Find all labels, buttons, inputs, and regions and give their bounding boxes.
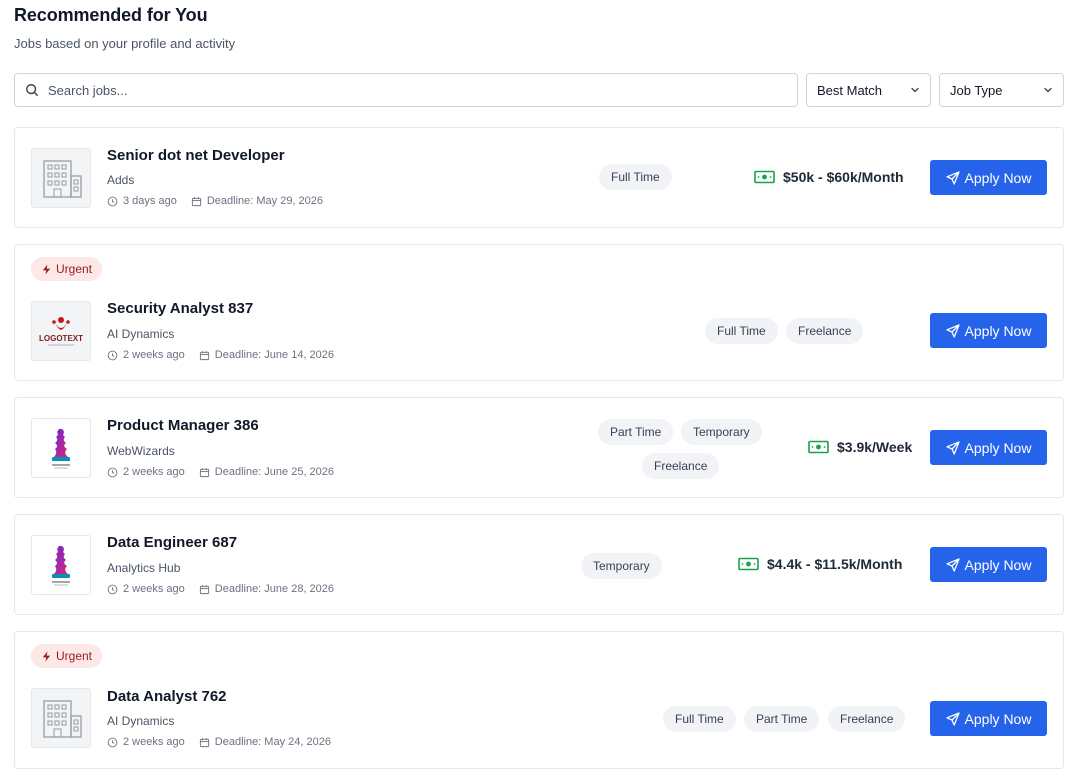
calendar-icon [199,467,215,478]
deadline: Deadline: June 14, 2026 [214,349,335,361]
job-card[interactable]: Urgent Data Analyst 762 AI Dynamics 2 we… [14,631,1064,769]
send-icon [945,440,960,455]
job-type-tag: Full Time [705,318,778,344]
page-title: Recommended for You [14,5,208,25]
send-icon [945,323,960,338]
urgent-badge: Urgent [31,257,103,281]
job-type-tag: Temporary [681,419,762,445]
clock-icon [107,467,123,478]
job-title[interactable]: Data Analyst 762 [107,688,227,705]
posted-time: 2 weeks ago [123,349,185,361]
send-icon [945,170,960,185]
calendar-icon [199,350,215,361]
logo-text: LOGOTEXT [39,334,83,343]
send-icon [945,557,960,572]
company-name: WebWizards [107,444,175,458]
apply-now-button[interactable]: Apply Now [930,547,1047,582]
job-type-tag: Part Time [598,419,674,445]
building-icon [31,148,91,208]
job-type-tag: Freelance [642,453,720,479]
job-meta: 2 weeks ago Deadline: June 14, 2026 [107,349,334,361]
clock-icon [107,196,123,207]
urgent-label: Urgent [56,262,93,276]
apply-now-button[interactable]: Apply Now [930,160,1047,195]
apply-now-label: Apply Now [964,710,1032,727]
lightning-icon [41,650,52,662]
posted-time: 2 weeks ago [123,736,185,748]
chess-piece-logo [31,535,91,595]
job-type-tag: Full Time [599,164,672,190]
sort-select[interactable]: Best Match [806,73,931,107]
deadline: Deadline: May 24, 2026 [214,736,331,748]
clock-icon [107,737,123,748]
posted-time: 2 weeks ago [123,466,185,478]
salary: $4.4k - $11.5k/Month [738,556,902,572]
posted-time: 2 weeks ago [123,583,185,595]
calendar-icon [199,737,215,748]
job-type-tag: Full Time [663,706,736,732]
job-type-tag: Freelance [828,706,906,732]
job-card[interactable]: Urgent LOGOTEXT Security Analyst 837 AI … [14,244,1064,381]
apply-now-label: Apply Now [964,169,1032,186]
deadline: Deadline: June 25, 2026 [214,466,335,478]
job-type-select-value: Job Type [950,82,1003,98]
search-icon [25,83,39,97]
urgent-badge: Urgent [31,644,103,668]
apply-now-button[interactable]: Apply Now [930,430,1047,465]
company-name: AI Dynamics [107,714,175,728]
job-type-tag: Freelance [786,318,864,344]
apply-now-button[interactable]: Apply Now [930,701,1047,736]
job-title[interactable]: Senior dot net Developer [107,147,285,164]
job-type-tag: Part Time [744,706,820,732]
search-input[interactable] [48,82,748,98]
job-title[interactable]: Product Manager 386 [107,417,259,434]
chevron-down-icon [910,85,920,95]
chess-piece-logo [31,418,91,478]
company-name: AI Dynamics [107,327,175,341]
salary-text: $50k - $60k/Month [783,169,904,185]
deadline: Deadline: May 29, 2026 [206,195,324,207]
clock-icon [107,584,123,595]
send-icon [945,711,960,726]
clock-icon [107,350,123,361]
lightning-icon [41,263,52,275]
page-subtitle: Jobs based on your profile and activity [14,36,236,51]
sort-select-value: Best Match [817,82,883,98]
deadline: Deadline: June 28, 2026 [214,583,335,595]
job-type-tag: Temporary [581,553,662,579]
job-meta: 2 weeks ago Deadline: June 25, 2026 [107,466,334,478]
job-title[interactable]: Security Analyst 837 [107,300,253,317]
logotext-logo: LOGOTEXT [31,301,91,361]
salary-text: $3.9k/Week [837,439,913,455]
apply-now-label: Apply Now [964,439,1032,456]
money-icon [738,557,767,571]
apply-now-label: Apply Now [964,556,1032,573]
calendar-icon [191,196,207,207]
urgent-label: Urgent [56,649,93,663]
posted-time: 3 days ago [123,195,177,207]
money-icon [754,170,783,184]
job-card[interactable]: Product Manager 386 WebWizards 2 weeks a… [14,397,1064,498]
job-type-select[interactable]: Job Type [939,73,1064,107]
job-meta: 2 weeks ago Deadline: June 28, 2026 [107,583,334,595]
company-name: Analytics Hub [107,561,181,575]
job-title[interactable]: Data Engineer 687 [107,534,237,551]
job-meta: 2 weeks ago Deadline: May 24, 2026 [107,736,331,748]
search-bar[interactable] [14,73,798,107]
building-icon [31,688,91,748]
apply-now-label: Apply Now [964,322,1032,339]
calendar-icon [199,584,215,595]
chevron-down-icon [1043,85,1053,95]
job-card[interactable]: Data Engineer 687 Analytics Hub 2 weeks … [14,514,1064,615]
salary: $50k - $60k/Month [754,169,904,185]
job-card[interactable]: Senior dot net Developer Adds 3 days ago… [14,127,1064,228]
job-meta: 3 days ago Deadline: May 29, 2026 [107,195,323,207]
company-name: Adds [107,173,135,187]
salary-text: $4.4k - $11.5k/Month [767,556,903,572]
money-icon [808,440,837,454]
salary: $3.9k/Week [808,439,912,455]
apply-now-button[interactable]: Apply Now [930,313,1047,348]
